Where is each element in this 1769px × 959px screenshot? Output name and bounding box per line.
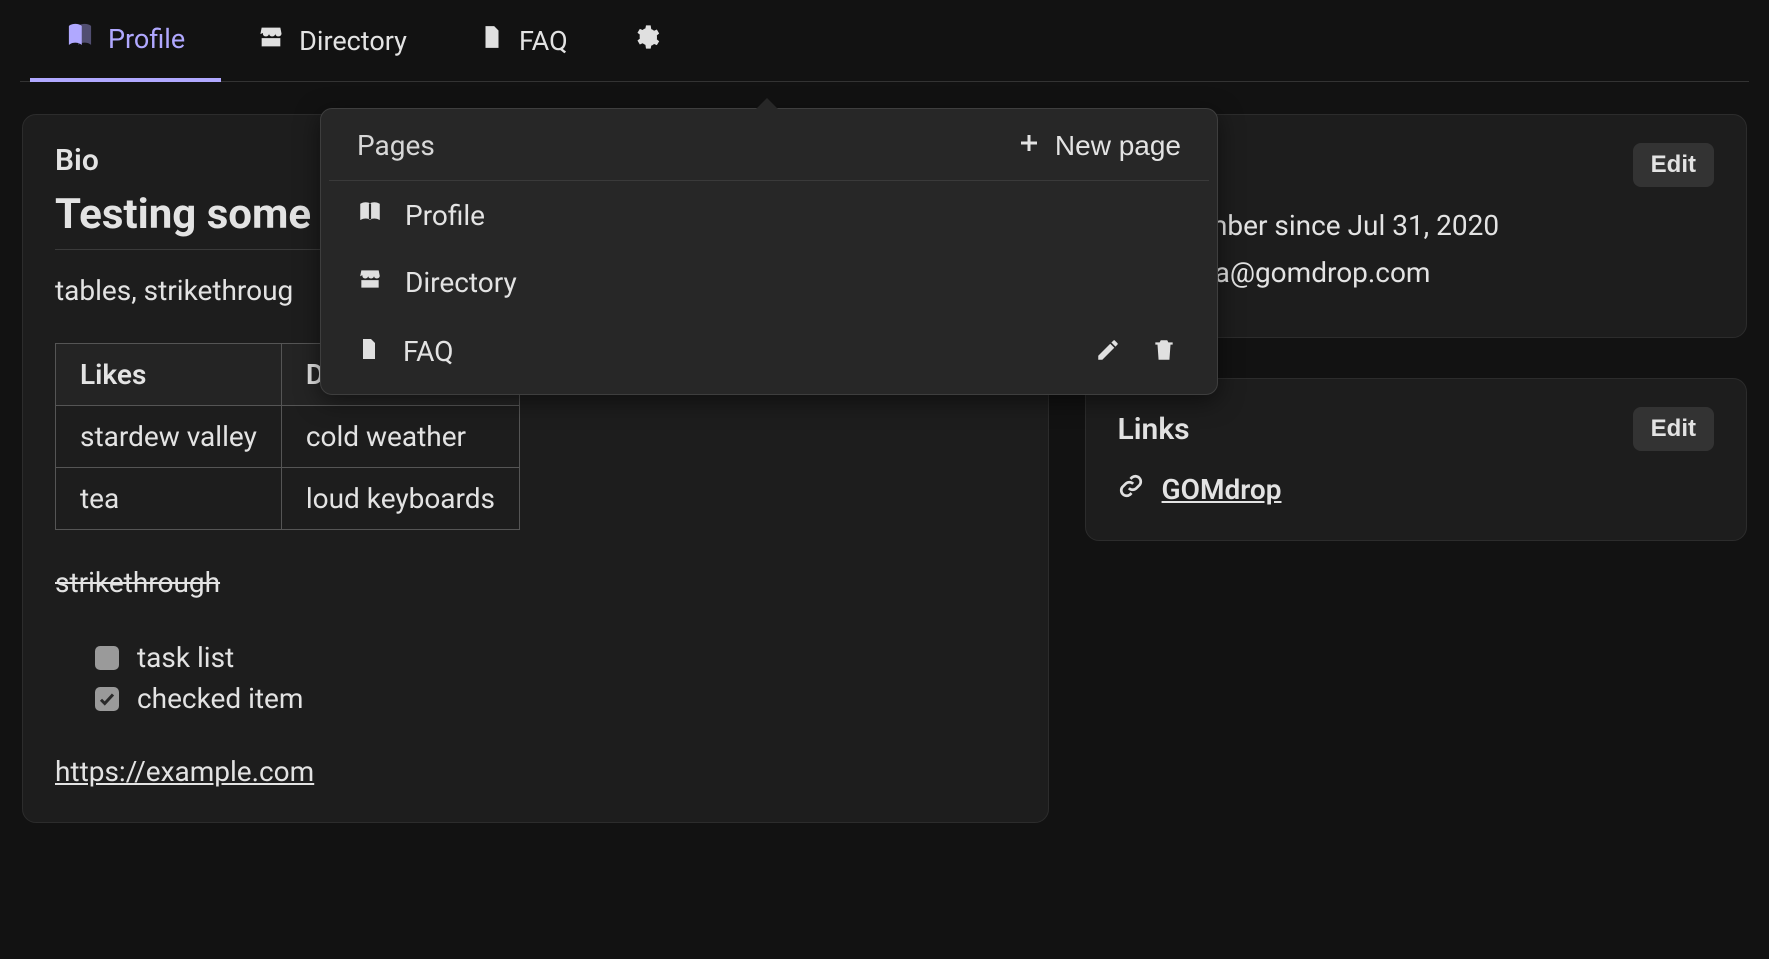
link-chain-icon xyxy=(1118,473,1144,506)
tab-faq[interactable]: FAQ xyxy=(443,0,604,82)
dropdown-item-profile[interactable]: Profile xyxy=(329,183,1209,248)
bio-external-link[interactable]: https://example.com xyxy=(55,755,314,788)
document-icon xyxy=(357,335,381,368)
checkbox-unchecked-icon[interactable] xyxy=(95,646,119,670)
edit-page-button[interactable] xyxy=(1091,333,1125,370)
links-title: Links xyxy=(1118,412,1190,447)
book-open-icon xyxy=(66,21,94,56)
edit-links-button[interactable]: Edit xyxy=(1633,407,1714,451)
gear-icon xyxy=(632,23,660,58)
plus-icon xyxy=(1017,130,1041,162)
tab-directory[interactable]: Directory xyxy=(221,0,443,82)
tab-label: Directory xyxy=(299,25,407,57)
store-icon xyxy=(357,266,383,299)
pages-dropdown: Pages New page Profile Directory FAQ xyxy=(320,108,1218,395)
new-page-button[interactable]: New page xyxy=(1017,130,1181,162)
task-list: task list checked item xyxy=(55,641,1016,715)
checkbox-checked-icon[interactable] xyxy=(95,687,119,711)
delete-page-button[interactable] xyxy=(1147,333,1181,370)
bio-section-title: Bio xyxy=(55,143,99,178)
table-row: stardew valley cold weather xyxy=(56,406,520,468)
tab-settings[interactable] xyxy=(604,0,688,82)
tab-profile[interactable]: Profile xyxy=(30,0,221,82)
edit-info-button[interactable]: Edit xyxy=(1633,143,1714,187)
external-link[interactable]: GOMdrop xyxy=(1162,473,1282,506)
book-open-icon xyxy=(357,199,383,232)
pencil-icon xyxy=(1095,351,1121,366)
trash-icon xyxy=(1151,351,1177,366)
dropdown-item-faq[interactable]: FAQ xyxy=(329,317,1209,386)
tab-label: FAQ xyxy=(519,25,568,57)
store-icon xyxy=(257,23,285,58)
links-card: Links Edit GOMdrop xyxy=(1085,378,1747,541)
dropdown-title: Pages xyxy=(357,129,435,162)
strikethrough-text: strikethrough xyxy=(55,566,1016,599)
table-row: tea loud keyboards xyxy=(56,468,520,530)
task-item: checked item xyxy=(95,682,1016,715)
link-row: GOMdrop xyxy=(1118,473,1714,506)
dropdown-item-directory[interactable]: Directory xyxy=(329,250,1209,315)
dropdown-header: Pages New page xyxy=(329,109,1209,181)
col-likes: Likes xyxy=(56,344,282,406)
tab-label: Profile xyxy=(108,23,185,55)
task-item: task list xyxy=(95,641,1016,674)
tabs-bar: Profile Directory FAQ xyxy=(20,0,1749,82)
document-icon xyxy=(479,24,505,57)
